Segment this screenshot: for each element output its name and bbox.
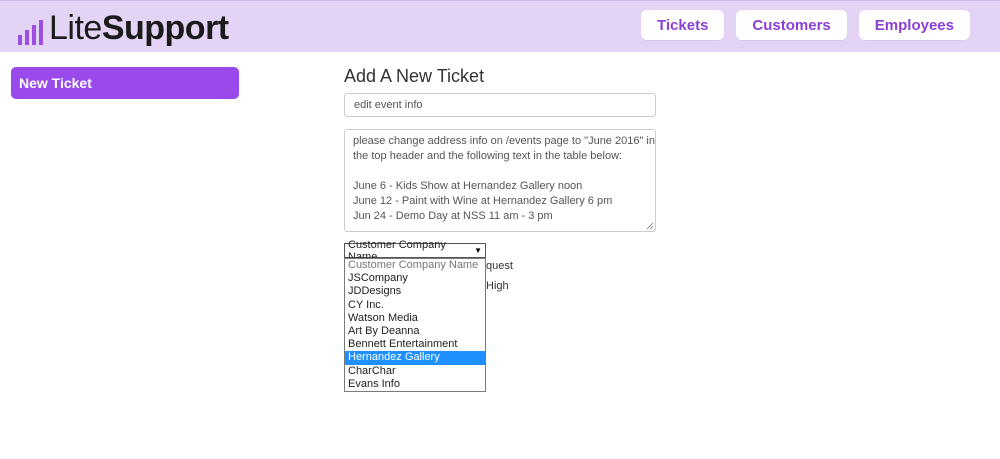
- company-option[interactable]: Bennett Entertainment: [345, 338, 485, 351]
- company-option[interactable]: CY Inc.: [345, 299, 485, 312]
- company-option[interactable]: Art By Deanna: [345, 325, 485, 338]
- company-option[interactable]: Watson Media: [345, 312, 485, 325]
- nav-customers-button[interactable]: Customers: [736, 10, 847, 40]
- nav-tickets-button[interactable]: Tickets: [640, 10, 725, 40]
- signal-bars-icon: [18, 17, 43, 45]
- company-select[interactable]: Customer Company Name ▼: [344, 239, 486, 263]
- description-textarea[interactable]: please change address info on /events pa…: [344, 129, 656, 232]
- new-ticket-button[interactable]: New Ticket: [11, 67, 239, 99]
- nav-employees-button[interactable]: Employees: [858, 10, 970, 40]
- priority-select-partial[interactable]: High: [486, 280, 509, 292]
- subject-input[interactable]: edit event info: [344, 93, 656, 117]
- description-line: Jun 24 - Demo Day at NSS 11 am - 3 pm: [353, 210, 553, 222]
- top-header: LiteSupport Tickets Customers Employees: [0, 0, 1000, 52]
- description-line: June 6 - Kids Show at Hernandez Gallery …: [353, 180, 583, 192]
- company-option[interactable]: Customer Company Name: [345, 259, 485, 272]
- company-dropdown-list: Customer Company Name JSCompany JDDesign…: [344, 258, 486, 392]
- ticket-type-select-partial[interactable]: quest: [486, 260, 513, 272]
- company-option-highlighted[interactable]: Hernandez Gallery: [345, 351, 485, 365]
- description-line: [353, 164, 647, 179]
- logo-text: LiteSupport: [49, 11, 229, 45]
- page-title: Add A New Ticket: [344, 66, 485, 86]
- description-line: the top header and the following text in…: [353, 150, 623, 162]
- dropdown-caret-icon: ▼: [474, 246, 482, 255]
- logo-text-lite: Lite: [49, 9, 102, 47]
- company-option[interactable]: CharChar: [345, 365, 485, 378]
- litesupport-logo[interactable]: LiteSupport: [18, 9, 229, 45]
- logo-text-support: Support: [101, 9, 229, 47]
- description-line: June 12 - Paint with Wine at Hernandez G…: [353, 195, 613, 207]
- description-line: please change address info on /events pa…: [353, 135, 655, 147]
- company-option[interactable]: JDDesigns: [345, 285, 485, 298]
- main-nav: Tickets Customers Employees: [640, 10, 970, 40]
- company-option[interactable]: JSCompany: [345, 272, 485, 285]
- company-option[interactable]: Evans Info: [345, 378, 485, 391]
- resize-handle-icon[interactable]: [646, 222, 654, 230]
